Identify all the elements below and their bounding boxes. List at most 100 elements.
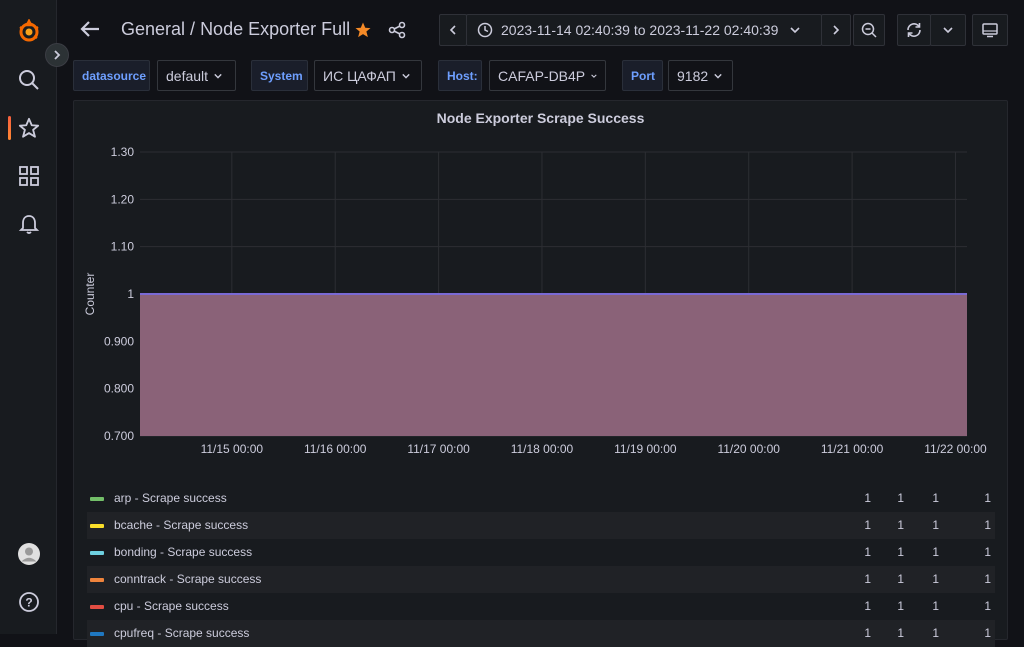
var-value: 9182 <box>677 67 709 84</box>
y-tick-label: 0.800 <box>104 382 134 396</box>
series-area <box>140 294 967 436</box>
refresh-button[interactable] <box>897 14 931 46</box>
sidebar: ? <box>0 0 57 634</box>
legend-row[interactable]: bcache - Scrape success 1 1 1 1 <box>87 512 995 539</box>
legend-series-name[interactable]: bcache - Scrape success <box>114 518 248 532</box>
legend-value-current: 1 <box>984 599 991 613</box>
legend-value-max: 1 <box>897 572 904 586</box>
legend-value-min: 1 <box>864 545 871 559</box>
legend-series-name[interactable]: cpu - Scrape success <box>114 599 229 613</box>
legend-value-min: 1 <box>864 518 871 532</box>
svg-text:?: ? <box>25 596 32 610</box>
profile-avatar[interactable] <box>0 534 57 574</box>
legend-row[interactable]: conntrack - Scrape success 1 1 1 1 <box>87 566 995 593</box>
folder-link[interactable]: General <box>121 19 185 39</box>
time-back-button[interactable] <box>439 14 467 46</box>
legend-value-max: 1 <box>897 599 904 613</box>
chevron-down-icon <box>714 73 722 79</box>
expand-sidebar-button[interactable] <box>45 43 69 67</box>
var-label-datasource: datasource <box>73 60 150 91</box>
clock-icon <box>477 22 493 38</box>
y-axis-label: Counter <box>83 273 97 316</box>
legend-series-name[interactable]: arp - Scrape success <box>114 491 227 505</box>
legend-value-current: 1 <box>984 545 991 559</box>
var-label-host: Host: <box>438 60 482 91</box>
var-value: default <box>166 67 209 84</box>
star-icon[interactable] <box>354 21 372 44</box>
legend-value-max: 1 <box>897 545 904 559</box>
back-arrow-icon[interactable] <box>79 18 101 45</box>
legend-value-current: 1 <box>984 518 991 532</box>
legend-series-name[interactable]: bonding - Scrape success <box>114 545 252 559</box>
alerting-icon[interactable] <box>0 204 57 244</box>
x-tick-label: 11/21 00:00 <box>821 442 884 456</box>
var-select-system[interactable]: ИС ЦАФАП <box>314 60 422 91</box>
series-color-swatch[interactable] <box>90 497 104 501</box>
series-color-swatch[interactable] <box>90 578 104 582</box>
chevron-down-icon <box>591 73 597 78</box>
starred-icon[interactable] <box>0 108 57 148</box>
top-bar: General / Node Exporter Full 2023-11-14 … <box>57 0 1024 60</box>
chevron-down-icon <box>402 73 410 79</box>
var-label-port: Port <box>622 60 663 91</box>
legend-value-current: 1 <box>984 572 991 586</box>
chevron-right-icon <box>54 50 61 60</box>
var-select-datasource[interactable]: default <box>157 60 236 91</box>
breadcrumb: General / Node Exporter Full <box>121 19 350 40</box>
chevron-down-icon <box>943 27 953 34</box>
help-icon[interactable]: ? <box>0 582 57 622</box>
time-range-label: 2023-11-14 02:40:39 to 2023-11-22 02:40:… <box>501 22 779 38</box>
legend-value-avg: 1 <box>932 599 939 613</box>
zoom-out-icon <box>861 22 877 38</box>
x-tick-label: 11/15 00:00 <box>201 442 264 456</box>
legend-series-name[interactable]: conntrack - Scrape success <box>114 572 261 586</box>
y-tick-label: 0.700 <box>104 429 134 443</box>
y-tick-label: 1 <box>127 287 134 301</box>
legend-value-max: 1 <box>897 626 904 640</box>
time-range-picker[interactable]: 2023-11-14 02:40:39 to 2023-11-22 02:40:… <box>466 14 822 46</box>
legend-value-avg: 1 <box>932 626 939 640</box>
legend-value-min: 1 <box>864 626 871 640</box>
share-icon[interactable] <box>388 21 406 44</box>
search-icon[interactable] <box>0 60 57 100</box>
var-select-host[interactable]: CAFAP-DB4P <box>489 60 606 91</box>
legend-series-name[interactable]: cpufreq - Scrape success <box>114 626 249 640</box>
refresh-icon <box>907 23 921 37</box>
dashboard-title[interactable]: Node Exporter Full <box>200 19 350 39</box>
chevron-down-icon <box>214 73 222 79</box>
legend-value-current: 1 <box>984 491 991 505</box>
panel-title[interactable]: Node Exporter Scrape Success <box>74 110 1007 126</box>
x-tick-label: 11/22 00:00 <box>924 442 987 456</box>
legend-value-min: 1 <box>864 572 871 586</box>
legend-row[interactable]: arp - Scrape success 1 1 1 1 <box>87 485 995 512</box>
series-color-swatch[interactable] <box>90 524 104 528</box>
refresh-interval-dropdown[interactable] <box>930 14 966 46</box>
chevron-left-icon <box>449 25 456 35</box>
time-forward-button[interactable] <box>821 14 851 46</box>
var-value: CAFAP-DB4P <box>498 67 586 84</box>
legend-row[interactable]: cpu - Scrape success 1 1 1 1 <box>87 593 995 620</box>
x-tick-label: 11/20 00:00 <box>717 442 780 456</box>
series-color-swatch[interactable] <box>90 632 104 636</box>
x-tick-label: 11/16 00:00 <box>304 442 367 456</box>
var-select-port[interactable]: 9182 <box>668 60 733 91</box>
monitor-icon <box>982 23 998 38</box>
legend-value-avg: 1 <box>932 491 939 505</box>
x-tick-label: 11/17 00:00 <box>407 442 470 456</box>
chart[interactable]: 0.700 0.800 0.900 1 1.10 1.20 1.30 11/15 00:00 1… <box>74 137 1007 497</box>
legend-value-max: 1 <box>897 491 904 505</box>
series-color-swatch[interactable] <box>90 551 104 555</box>
y-tick-label: 1.20 <box>111 192 135 206</box>
legend-value-min: 1 <box>864 491 871 505</box>
zoom-out-button[interactable] <box>853 14 885 46</box>
chevron-down-icon <box>790 27 800 34</box>
y-tick-label: 1.30 <box>111 145 135 159</box>
y-tick-label: 0.900 <box>104 334 134 348</box>
dashboards-icon[interactable] <box>0 156 57 196</box>
series-color-swatch[interactable] <box>90 605 104 609</box>
legend-value-avg: 1 <box>932 572 939 586</box>
var-value: ИС ЦАФАП <box>323 67 396 84</box>
tv-mode-button[interactable] <box>972 14 1008 46</box>
legend-row[interactable]: bonding - Scrape success 1 1 1 1 <box>87 539 995 566</box>
legend-value-avg: 1 <box>932 545 939 559</box>
